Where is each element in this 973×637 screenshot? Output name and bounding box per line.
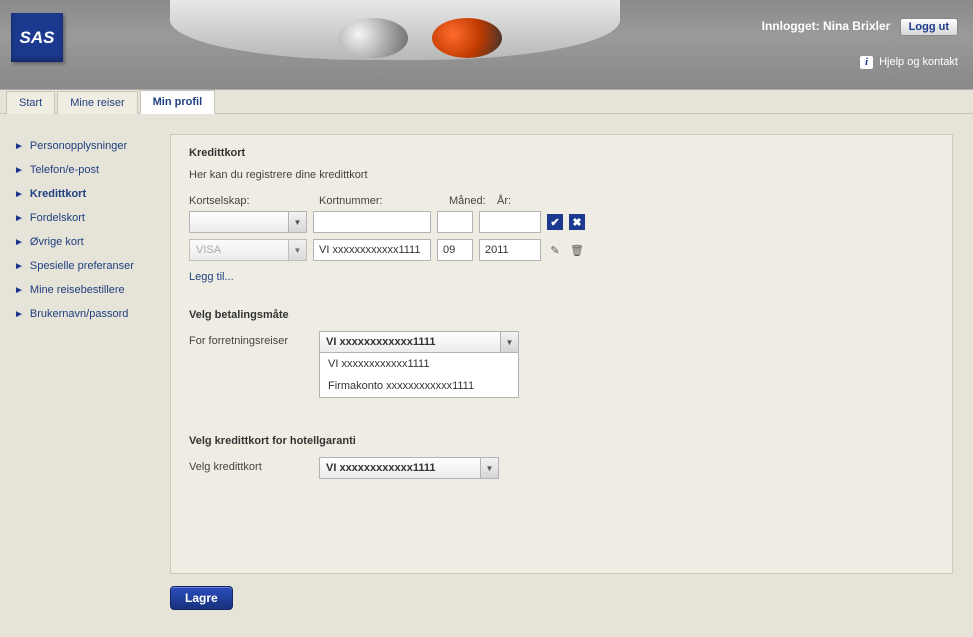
payment-method-value: VI xxxxxxxxxxxx1111 — [326, 336, 436, 348]
sidebar-item-mine-reisebestillere[interactable]: ► Mine reisebestillere — [10, 278, 160, 302]
existing-card-row: VISA ✎ 🗑 — [189, 239, 934, 261]
payment-option[interactable]: Firmakonto xxxxxxxxxxxx1111 — [320, 375, 518, 397]
credit-card-panel: Kredittkort Her kan du registrere dine k… — [170, 134, 953, 574]
sidebar-item-label: Øvrige kort — [30, 236, 84, 248]
info-icon: i — [860, 56, 873, 69]
pencil-icon: ✎ — [550, 244, 559, 257]
card-number-input[interactable] — [313, 239, 431, 261]
chevron-down-icon — [288, 212, 306, 232]
trash-icon: 🗑 — [570, 244, 584, 257]
payment-option[interactable]: VI xxxxxxxxxxxx1111 — [320, 353, 518, 375]
arrow-icon: ► — [14, 141, 24, 152]
card-company-value: VISA — [196, 244, 221, 256]
label-ar: År: — [497, 195, 571, 207]
edit-card-button[interactable]: ✎ — [547, 242, 563, 258]
card-month-input[interactable] — [437, 239, 473, 261]
help-label: Hjelp og kontakt — [879, 56, 958, 68]
arrow-icon: ► — [14, 213, 24, 224]
sidebar-item-kredittkort[interactable]: ► Kredittkort — [10, 182, 160, 206]
arrow-icon: ► — [14, 261, 24, 272]
logged-in-prefix: Innlogget: — [762, 19, 820, 33]
sidebar-item-telefon-epost[interactable]: ► Telefon/e-post — [10, 158, 160, 182]
sidebar-item-label: Personopplysninger — [30, 140, 127, 152]
label-kortnummer: Kortnummer: — [319, 195, 449, 207]
hotel-section-title: Velg kredittkort for hotellgaranti — [189, 435, 934, 447]
help-link[interactable]: i Hjelp og kontakt — [762, 56, 958, 69]
header-decor-engine — [432, 18, 502, 58]
tab-start[interactable]: Start — [6, 91, 55, 114]
card-number-input[interactable] — [313, 211, 431, 233]
delete-card-button[interactable]: 🗑 — [569, 242, 585, 258]
profile-sidebar: ► Personopplysninger ► Telefon/e-post ► … — [10, 134, 170, 610]
tab-mine-reiser[interactable]: Mine reiser — [57, 91, 137, 114]
sidebar-item-fordelskort[interactable]: ► Fordelskort — [10, 206, 160, 230]
check-icon: ✔ — [550, 216, 559, 229]
payment-method-select[interactable]: VI xxxxxxxxxxxx1111 — [319, 331, 519, 353]
header-decor-engine — [338, 18, 408, 58]
hotel-card-value: VI xxxxxxxxxxxx1111 — [326, 462, 436, 474]
chevron-down-icon — [480, 458, 498, 478]
sidebar-item-label: Spesielle preferanser — [30, 260, 134, 272]
logout-button[interactable]: Logg ut — [900, 18, 958, 36]
label-kortselskap: Kortselskap: — [189, 195, 319, 207]
close-icon: ✖ — [572, 216, 581, 229]
sidebar-item-label: Telefon/e-post — [30, 164, 99, 176]
confirm-card-button[interactable]: ✔ — [547, 214, 563, 230]
card-year-input[interactable] — [479, 211, 541, 233]
payment-method-dropdown-list: VI xxxxxxxxxxxx1111 Firmakonto xxxxxxxxx… — [319, 353, 519, 398]
card-company-select-disabled: VISA — [189, 239, 307, 261]
label-maned: Måned: — [449, 195, 497, 207]
sidebar-item-personopplysninger[interactable]: ► Personopplysninger — [10, 134, 160, 158]
new-card-row: ✔ ✖ — [189, 211, 934, 233]
hotel-card-select[interactable]: VI xxxxxxxxxxxx1111 — [319, 457, 499, 479]
payment-label: For forretningsreiser — [189, 331, 319, 347]
sidebar-item-label: Kredittkort — [30, 188, 86, 200]
cancel-card-button[interactable]: ✖ — [569, 214, 585, 230]
chevron-down-icon — [500, 332, 518, 352]
sas-logo: SAS — [11, 13, 63, 62]
sidebar-item-brukernavn-passord[interactable]: ► Brukernavn/passord — [10, 302, 160, 326]
header-user-area: Innlogget: Nina Brixler Logg ut i Hjelp … — [762, 18, 958, 69]
hotel-label: Velg kredittkort — [189, 457, 319, 473]
arrow-icon: ► — [14, 165, 24, 176]
chevron-down-icon — [288, 240, 306, 260]
card-company-select[interactable] — [189, 211, 307, 233]
panel-intro: Her kan du registrere dine kredittkort — [189, 169, 934, 181]
arrow-icon: ► — [14, 189, 24, 200]
sidebar-item-label: Brukernavn/passord — [30, 308, 128, 320]
card-month-input[interactable] — [437, 211, 473, 233]
add-card-link[interactable]: Legg til... — [189, 271, 234, 283]
arrow-icon: ► — [14, 309, 24, 320]
logged-in-username: Nina Brixler — [823, 19, 890, 33]
page-header: SAS Innlogget: Nina Brixler Logg ut i Hj… — [0, 0, 973, 90]
sidebar-item-ovrige-kort[interactable]: ► Øvrige kort — [10, 230, 160, 254]
panel-title: Kredittkort — [189, 147, 934, 159]
sidebar-item-spesielle-preferanser[interactable]: ► Spesielle preferanser — [10, 254, 160, 278]
tab-min-profil[interactable]: Min profil — [140, 90, 216, 114]
payment-section-title: Velg betalingsmåte — [189, 309, 934, 321]
main-tabs: Start Mine reiser Min profil — [0, 90, 973, 114]
column-headers: Kortselskap: Kortnummer: Måned: År: — [189, 195, 934, 207]
sidebar-item-label: Mine reisebestillere — [30, 284, 125, 296]
card-year-input[interactable] — [479, 239, 541, 261]
save-button[interactable]: Lagre — [170, 586, 233, 610]
arrow-icon: ► — [14, 285, 24, 296]
arrow-icon: ► — [14, 237, 24, 248]
sidebar-item-label: Fordelskort — [30, 212, 85, 224]
